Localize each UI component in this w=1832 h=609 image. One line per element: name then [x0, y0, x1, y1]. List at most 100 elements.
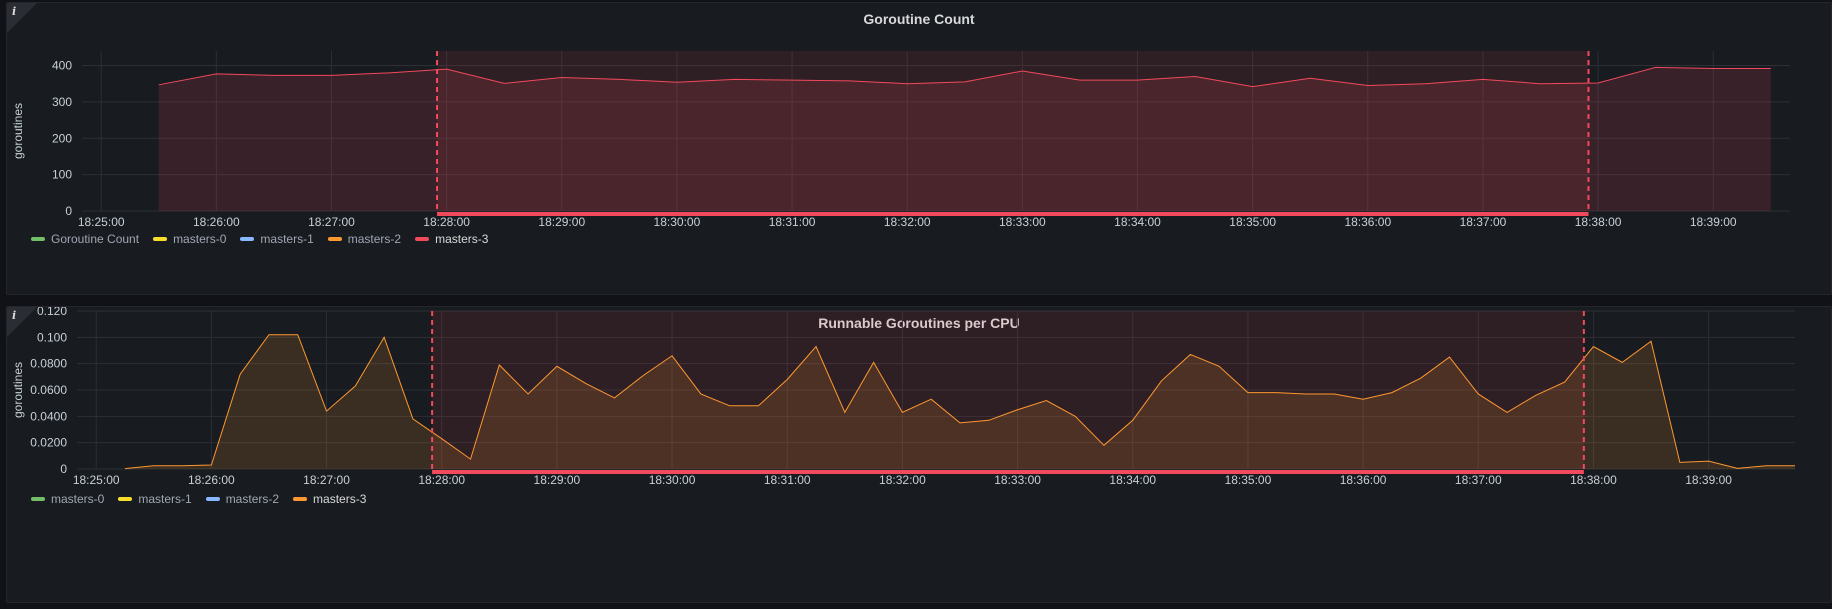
- data-point[interactable]: [1539, 83, 1541, 85]
- data-point[interactable]: [700, 393, 702, 395]
- data-point[interactable]: [618, 78, 620, 80]
- data-point[interactable]: [1770, 67, 1772, 69]
- data-point[interactable]: [556, 365, 558, 367]
- data-point[interactable]: [297, 334, 299, 336]
- data-point[interactable]: [1535, 394, 1537, 396]
- legend-item-goroutine-count[interactable]: Goroutine Count: [31, 232, 139, 246]
- data-point[interactable]: [561, 76, 563, 78]
- data-point[interactable]: [1045, 399, 1047, 401]
- data-point[interactable]: [1132, 419, 1134, 421]
- data-point[interactable]: [1765, 465, 1767, 467]
- data-point[interactable]: [1419, 377, 1421, 379]
- data-point[interactable]: [325, 410, 327, 412]
- data-point[interactable]: [383, 336, 385, 338]
- data-point[interactable]: [158, 84, 160, 86]
- data-point[interactable]: [642, 374, 644, 376]
- data-point[interactable]: [1194, 75, 1196, 77]
- data-point[interactable]: [1276, 391, 1278, 393]
- data-point[interactable]: [1218, 365, 1220, 367]
- data-point[interactable]: [844, 411, 846, 413]
- data-point[interactable]: [239, 373, 241, 375]
- data-point[interactable]: [584, 382, 586, 384]
- data-point[interactable]: [210, 464, 212, 466]
- data-point[interactable]: [1021, 70, 1023, 72]
- data-point[interactable]: [1251, 85, 1253, 87]
- data-point[interactable]: [815, 345, 817, 347]
- data-point[interactable]: [441, 438, 443, 440]
- legend-item-masters-3[interactable]: masters-3: [415, 232, 488, 246]
- data-point[interactable]: [268, 334, 270, 336]
- legend-item-masters-0[interactable]: masters-0: [153, 232, 226, 246]
- data-point[interactable]: [1794, 465, 1796, 467]
- data-point[interactable]: [757, 405, 759, 407]
- data-point[interactable]: [1074, 415, 1076, 417]
- data-point[interactable]: [901, 411, 903, 413]
- legend-item-masters-2[interactable]: masters-2: [205, 492, 279, 506]
- data-point[interactable]: [1563, 381, 1565, 383]
- data-point[interactable]: [848, 80, 850, 82]
- legend-item-masters-0[interactable]: masters-0: [31, 492, 104, 506]
- goroutine-count-chart[interactable]: 0 100 200 300 400 18:25:00 18:26:00 18:27:00 18:…: [7, 3, 1832, 296]
- data-point[interactable]: [959, 422, 961, 424]
- data-point[interactable]: [354, 385, 356, 387]
- data-point[interactable]: [676, 81, 678, 83]
- data-point[interactable]: [1477, 393, 1479, 395]
- data-point[interactable]: [1712, 67, 1714, 69]
- data-point[interactable]: [1654, 66, 1656, 68]
- data-point[interactable]: [988, 419, 990, 421]
- data-point[interactable]: [445, 68, 447, 70]
- data-point[interactable]: [153, 465, 155, 467]
- data-point[interactable]: [1309, 77, 1311, 79]
- data-point[interactable]: [469, 458, 471, 460]
- data-point[interactable]: [330, 74, 332, 76]
- data-point[interactable]: [498, 364, 500, 366]
- data-point[interactable]: [1189, 353, 1191, 355]
- data-point[interactable]: [1424, 83, 1426, 85]
- data-point[interactable]: [1136, 79, 1138, 81]
- data-point[interactable]: [1448, 356, 1450, 358]
- data-point[interactable]: [388, 72, 390, 74]
- data-point[interactable]: [930, 398, 932, 400]
- data-point[interactable]: [124, 467, 126, 469]
- data-point[interactable]: [527, 393, 529, 395]
- data-point[interactable]: [1506, 411, 1508, 413]
- data-point[interactable]: [1707, 460, 1709, 462]
- data-point[interactable]: [613, 397, 615, 399]
- data-point[interactable]: [1367, 84, 1369, 86]
- data-point[interactable]: [786, 378, 788, 380]
- legend-item-masters-2[interactable]: masters-2: [327, 232, 401, 246]
- data-point[interactable]: [1597, 82, 1599, 84]
- data-point[interactable]: [791, 79, 793, 81]
- data-point[interactable]: [1592, 345, 1594, 347]
- data-point[interactable]: [273, 74, 275, 76]
- legend-item-masters-1[interactable]: masters-1: [240, 232, 314, 246]
- data-point[interactable]: [728, 405, 730, 407]
- data-point[interactable]: [906, 83, 908, 85]
- data-point[interactable]: [503, 82, 505, 84]
- data-point[interactable]: [1333, 393, 1335, 395]
- data-point[interactable]: [1362, 398, 1364, 400]
- annotation-bar[interactable]: [432, 470, 1584, 474]
- data-point[interactable]: [1736, 467, 1738, 469]
- data-point[interactable]: [1247, 391, 1249, 393]
- data-point[interactable]: [412, 418, 414, 420]
- runnable-goroutines-chart[interactable]: 0 0.0200 0.0400 0.0600 0.0800 0.100 0.120 18:25…: [7, 307, 1832, 604]
- legend-item-masters-1[interactable]: masters-1: [118, 492, 192, 506]
- data-point[interactable]: [1103, 444, 1105, 446]
- data-point[interactable]: [181, 465, 183, 467]
- data-point[interactable]: [1304, 393, 1306, 395]
- data-point[interactable]: [1621, 361, 1623, 363]
- data-point[interactable]: [733, 78, 735, 80]
- data-point[interactable]: [215, 73, 217, 75]
- annotation-bar[interactable]: [437, 212, 1589, 216]
- data-point[interactable]: [1679, 461, 1681, 463]
- data-point[interactable]: [964, 81, 966, 83]
- legend-item-masters-3[interactable]: masters-3: [293, 492, 366, 506]
- data-point[interactable]: [1160, 380, 1162, 382]
- data-point[interactable]: [671, 355, 673, 357]
- data-point[interactable]: [1482, 78, 1484, 80]
- data-point[interactable]: [1391, 391, 1393, 393]
- data-point[interactable]: [872, 361, 874, 363]
- data-point[interactable]: [1650, 340, 1652, 342]
- data-point[interactable]: [1016, 409, 1018, 411]
